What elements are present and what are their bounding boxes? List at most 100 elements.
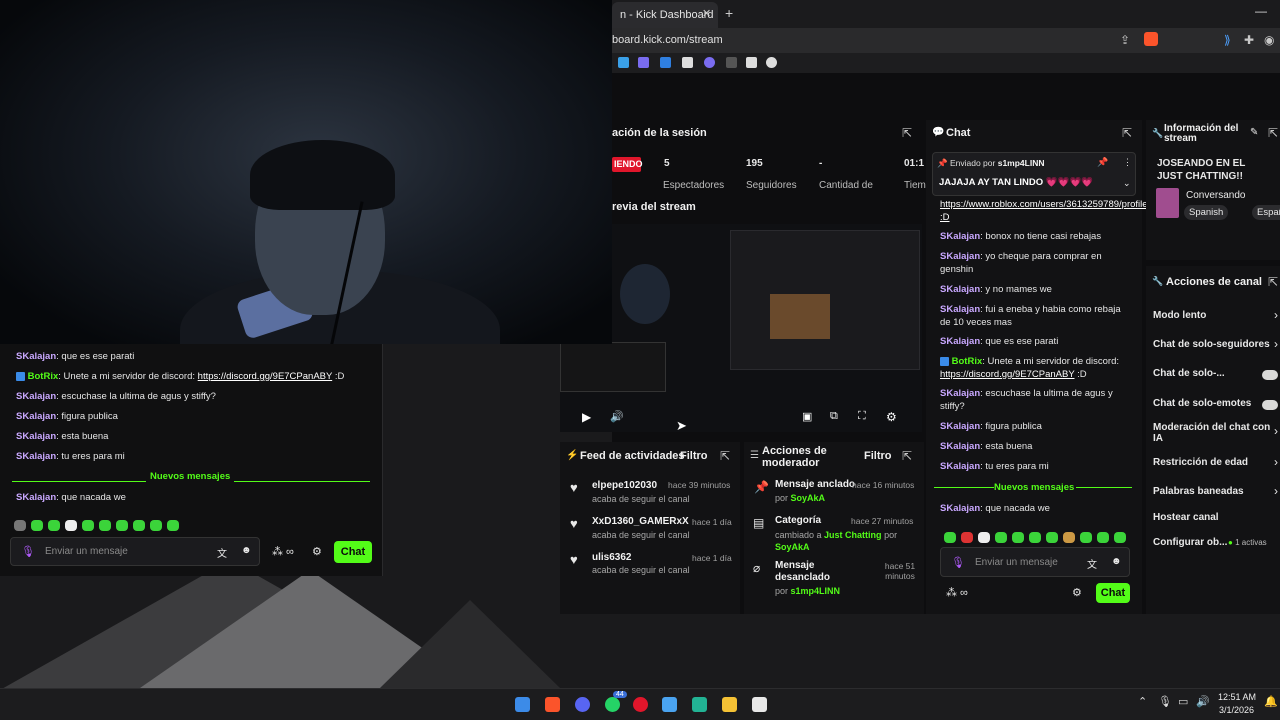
emote-icon[interactable] xyxy=(1097,532,1109,544)
detail-category[interactable]: Just Chatting xyxy=(824,530,882,540)
chat-link[interactable]: https://discord.gg/9E7CPanABY xyxy=(940,369,1075,380)
clock-time[interactable]: 12:51 AM xyxy=(1218,692,1256,702)
emote-icon[interactable] xyxy=(14,520,26,532)
bookmark-icon[interactable] xyxy=(726,57,737,68)
pip-icon[interactable]: ⧉ xyxy=(830,410,838,423)
chevron-up-icon[interactable]: ⌃ xyxy=(1138,695,1147,708)
close-tab-icon[interactable]: ✕ xyxy=(702,7,711,20)
stream-preview[interactable]: ▶ 🔊 ▣ ⧉ ⛶ ⚙ xyxy=(560,224,922,432)
emote-icon[interactable] xyxy=(150,520,162,532)
channel-action-subs-only[interactable]: Chat de solo-... xyxy=(1146,366,1280,388)
popout-icon[interactable]: ⇱ xyxy=(902,449,912,463)
emote-icon[interactable] xyxy=(116,520,128,532)
popout-icon[interactable]: ⇱ xyxy=(1268,126,1278,140)
toggle-switch[interactable] xyxy=(1262,370,1278,380)
emote-icon[interactable] xyxy=(99,520,111,532)
profile-icon[interactable]: ◉ xyxy=(1264,33,1274,47)
follower-name[interactable]: XxD1360_GAMERxX xyxy=(592,516,689,527)
emote-icon[interactable] xyxy=(995,532,1007,544)
emote-icon[interactable] xyxy=(1029,532,1041,544)
bookmark-icon[interactable] xyxy=(682,57,693,68)
overlay-send-button[interactable]: Chat xyxy=(334,541,372,563)
minimize-icon[interactable]: — xyxy=(1255,4,1267,18)
bookmark-icon[interactable] xyxy=(660,57,671,68)
mod-actions-filter[interactable]: Filtro xyxy=(864,450,892,462)
emote-icon[interactable] xyxy=(31,520,43,532)
popout-icon[interactable]: ⇱ xyxy=(1122,126,1132,140)
whatsapp-icon[interactable] xyxy=(605,697,620,712)
chat-username[interactable]: SKalajan xyxy=(940,503,980,514)
chat-username[interactable]: SKalajan xyxy=(940,304,980,315)
audio-icon[interactable]: ⟫ xyxy=(1224,33,1231,47)
tag-chip[interactable]: Español xyxy=(1252,205,1280,220)
emote-icon[interactable] xyxy=(1114,532,1126,544)
emote-icon[interactable] xyxy=(48,520,60,532)
overlay-chat-input[interactable]: 🎙 Enviar un mensaje 文 ☻ xyxy=(10,537,260,566)
bookmark-icon[interactable] xyxy=(746,57,757,68)
emote-icon[interactable] xyxy=(82,520,94,532)
network-icon[interactable]: ▭ xyxy=(1178,695,1188,708)
loyalty-points-icon[interactable]: ⁂ ∞ xyxy=(272,545,294,558)
volume-icon[interactable]: 🔊 xyxy=(610,410,624,423)
emote-icon[interactable] xyxy=(1080,532,1092,544)
detail-user[interactable]: SoyAkA xyxy=(775,542,810,552)
chat-input[interactable]: 🎙 Enviar un mensaje 文 ☻ xyxy=(940,547,1130,577)
file-explorer-icon[interactable] xyxy=(722,697,737,712)
bookmark-icon[interactable] xyxy=(638,57,649,68)
chat-username[interactable]: SKalajan xyxy=(940,284,980,295)
brave-icon[interactable] xyxy=(545,697,560,712)
emote-icon[interactable] xyxy=(944,532,956,544)
url-text[interactable]: board.kick.com/stream xyxy=(612,34,723,46)
settings-icon[interactable]: ⚙ xyxy=(886,410,897,424)
media-player-icon[interactable] xyxy=(633,697,648,712)
settings-icon[interactable]: ⚙ xyxy=(312,545,322,558)
emote-icon[interactable] xyxy=(133,520,145,532)
microphone-icon[interactable]: 🎙 xyxy=(1158,695,1172,708)
translate-icon[interactable]: 文 xyxy=(1087,556,1097,571)
chat-username[interactable]: SKalajan xyxy=(940,231,980,242)
discord-icon[interactable] xyxy=(575,697,590,712)
notepad-icon[interactable] xyxy=(662,697,677,712)
extensions-icon[interactable]: ✚ xyxy=(1244,33,1254,47)
volume-icon[interactable]: 🔊 xyxy=(1196,695,1210,708)
detail-user[interactable]: SoyAkA xyxy=(791,493,826,503)
microphone-icon[interactable]: 🎙 xyxy=(21,545,35,558)
send-chat-button[interactable]: Chat xyxy=(1096,583,1130,603)
windows-start-icon[interactable] xyxy=(515,697,530,712)
follower-name[interactable]: elpepe102030 xyxy=(592,480,657,491)
brave-shield-icon[interactable] xyxy=(1144,32,1158,46)
clock-date[interactable]: 3/1/2026 xyxy=(1219,705,1254,715)
settings-icon[interactable]: ⚙ xyxy=(1072,586,1082,599)
channel-action-configure[interactable]: Configurar ob... ● 1 activas xyxy=(1146,535,1280,557)
chat-username[interactable]: SKalajan xyxy=(940,336,980,347)
emote-icon[interactable] xyxy=(167,520,179,532)
popout-icon[interactable]: ⇱ xyxy=(902,126,912,140)
channel-action-emotes-only[interactable]: Chat de solo-emotes xyxy=(1146,396,1280,418)
emoji-icon[interactable]: ☻ xyxy=(1111,556,1122,567)
popout-icon[interactable]: ⇱ xyxy=(1268,275,1278,289)
pinned-user[interactable]: s1mp4LINN xyxy=(998,158,1045,168)
channel-action-age-restriction[interactable]: Restricción de edad › xyxy=(1146,455,1280,477)
more-icon[interactable]: ⋮ xyxy=(1123,157,1132,168)
pin-icon[interactable]: 📌 xyxy=(1097,157,1108,168)
emote-icon[interactable] xyxy=(1063,532,1075,544)
loyalty-points-icon[interactable]: ⁂ ∞ xyxy=(946,586,968,599)
emoji-icon[interactable]: ☻ xyxy=(241,545,252,556)
chat-username[interactable]: SKalajan xyxy=(940,388,980,399)
new-tab-icon[interactable]: + xyxy=(725,5,733,21)
app-icon[interactable] xyxy=(692,697,707,712)
channel-action-host[interactable]: Hostear canal xyxy=(1146,510,1280,532)
emote-icon[interactable] xyxy=(978,532,990,544)
chat-username[interactable]: SKalajan xyxy=(940,461,980,472)
chevron-down-icon[interactable]: ⌄ xyxy=(1123,178,1131,189)
bookmark-icon[interactable] xyxy=(618,57,629,68)
play-icon[interactable]: ▶ xyxy=(582,410,591,424)
translate-icon[interactable]: 文 xyxy=(217,545,227,560)
fullscreen-icon[interactable]: ⛶ xyxy=(858,410,866,423)
bookmark-icon[interactable] xyxy=(766,57,777,68)
notifications-icon[interactable]: 🔔 xyxy=(1264,695,1278,708)
follower-name[interactable]: ulis6362 xyxy=(592,552,631,563)
bookmark-icon[interactable] xyxy=(704,57,715,68)
popout-icon[interactable]: ⇱ xyxy=(720,449,730,463)
chat-username[interactable]: SKalajan xyxy=(940,421,980,432)
